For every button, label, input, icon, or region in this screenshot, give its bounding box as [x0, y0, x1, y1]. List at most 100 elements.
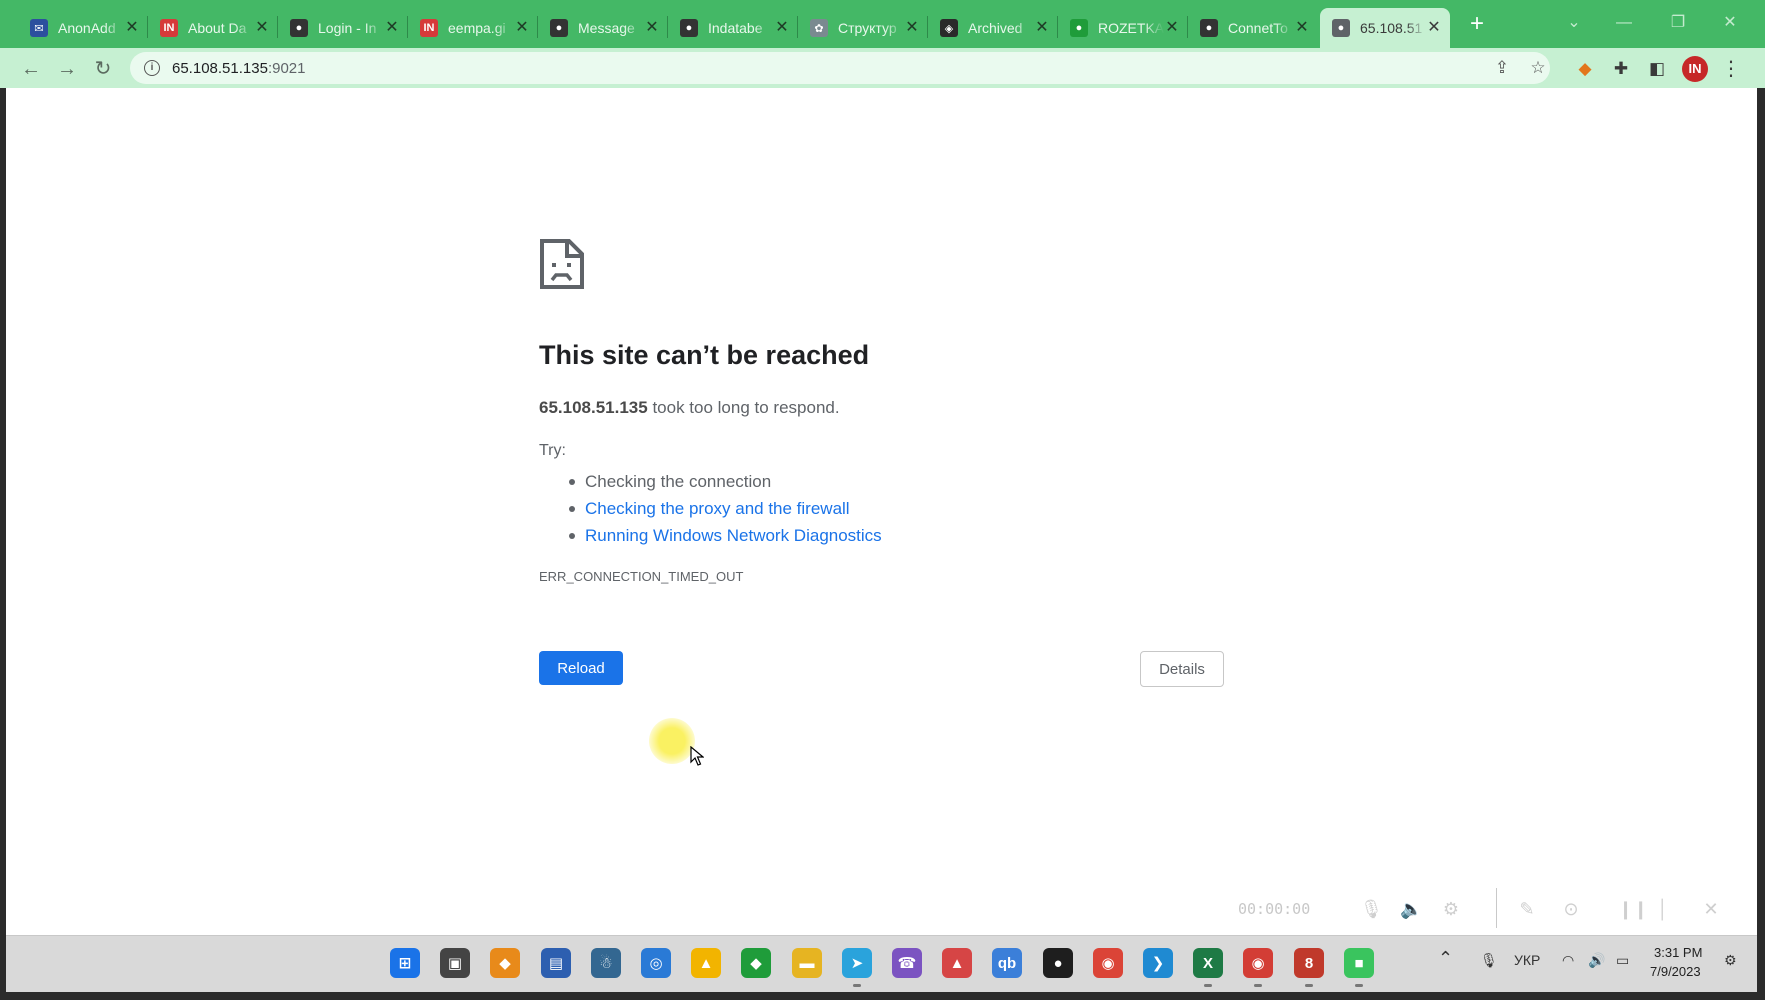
- share-icon[interactable]: ⇪: [1490, 56, 1514, 80]
- globe-icon: ●: [1200, 19, 1218, 37]
- file-explorer-icon[interactable]: ▬: [792, 948, 822, 978]
- tab[interactable]: IN eempa.gi ✕: [408, 8, 538, 48]
- tab[interactable]: IN About Da ✕: [148, 8, 278, 48]
- recorder-divider: [1496, 888, 1497, 928]
- site-info-icon[interactable]: i: [144, 60, 160, 76]
- tab-search-icon[interactable]: ⌄: [1554, 8, 1594, 38]
- chrome-icon[interactable]: ◉: [1093, 948, 1123, 978]
- try-label: Try:: [539, 442, 566, 459]
- rozetka-icon: ●: [1070, 19, 1088, 37]
- settings-gear-icon[interactable]: ⚙: [1440, 898, 1462, 920]
- tab-title: Структур: [838, 20, 897, 36]
- new-tab-button[interactable]: +: [1464, 12, 1490, 38]
- tab-close-icon[interactable]: ✕: [514, 20, 530, 36]
- profile-avatar-icon[interactable]: IN: [1682, 56, 1708, 82]
- back-icon[interactable]: ←: [18, 56, 44, 82]
- app-blue-icon[interactable]: ◎: [641, 948, 671, 978]
- side-panel-icon[interactable]: ◧: [1644, 56, 1670, 82]
- microphone-tray-icon[interactable]: 🎙: [1480, 952, 1498, 969]
- language-indicator[interactable]: УКР: [1514, 952, 1540, 968]
- microphone-icon[interactable]: 🎙: [1360, 898, 1383, 920]
- tab[interactable]: ◈ Archived ✕: [928, 8, 1058, 48]
- error-title: This site can’t be reached: [539, 340, 870, 370]
- tab-close-icon[interactable]: ✕: [644, 20, 660, 36]
- chrome-profile-icon[interactable]: ◉: [1243, 948, 1273, 987]
- suggestion-list: Checking the connection Checking the pro…: [569, 468, 882, 549]
- pen-icon[interactable]: ✎: [1516, 898, 1538, 920]
- openai-icon: ✿: [810, 19, 828, 37]
- tab[interactable]: ● 65.108.51 ✕: [1320, 8, 1450, 48]
- tab[interactable]: ✿ Структур ✕: [798, 8, 928, 48]
- speaker-icon[interactable]: 🔈: [1400, 898, 1422, 920]
- notifications-icon[interactable]: ⚙: [1724, 952, 1737, 969]
- metamask-icon[interactable]: ◆: [1572, 56, 1598, 82]
- camera-icon[interactable]: ⊙: [1560, 898, 1582, 920]
- tab-close-icon[interactable]: ✕: [124, 20, 140, 36]
- viber-icon[interactable]: ☎: [892, 948, 922, 978]
- tab-close-icon[interactable]: ✕: [1294, 20, 1310, 36]
- recording-timer: 00:00:00: [1238, 900, 1311, 918]
- vscode-icon[interactable]: ❯: [1143, 948, 1173, 978]
- tab-close-icon[interactable]: ✕: [1164, 20, 1180, 36]
- extensions-icon[interactable]: ✚: [1608, 56, 1634, 82]
- qbittorrent-icon[interactable]: qb: [992, 948, 1022, 978]
- tab-close-icon[interactable]: ✕: [1426, 20, 1442, 36]
- figma-icon[interactable]: ●: [1043, 948, 1073, 978]
- app-warning-icon[interactable]: ▲: [691, 948, 721, 978]
- clock-time[interactable]: 3:31 PM: [1654, 945, 1702, 960]
- close-window-icon[interactable]: ✕: [1710, 8, 1750, 38]
- tab[interactable]: ● Indatabe ✕: [668, 8, 798, 48]
- wifi-icon[interactable]: ◠: [1562, 952, 1574, 969]
- chrome-profile2-icon[interactable]: 8: [1294, 948, 1324, 987]
- reload-icon[interactable]: ↻: [90, 56, 116, 82]
- excel-icon[interactable]: X: [1193, 948, 1223, 987]
- menu-kebab-icon[interactable]: ⋮: [1718, 56, 1744, 82]
- start-icon[interactable]: ⊞: [390, 948, 420, 978]
- app-green2-icon[interactable]: ■: [1344, 948, 1374, 987]
- volume-icon[interactable]: 🔊: [1588, 952, 1605, 969]
- mouse-cursor-icon: [690, 746, 704, 766]
- tab-title: Message: [578, 20, 635, 36]
- tab-close-icon[interactable]: ✕: [384, 20, 400, 36]
- tab-close-icon[interactable]: ✕: [774, 20, 790, 36]
- address-bar[interactable]: i 65.108.51.135:9021 ⇪ ☆: [130, 52, 1550, 84]
- tab-title: eempa.gi: [448, 20, 506, 36]
- suggestion-network-diagnostics-link[interactable]: Running Windows Network Diagnostics: [569, 522, 882, 549]
- app-green-icon[interactable]: ◆: [741, 948, 771, 978]
- telegram-icon[interactable]: ➤: [842, 948, 872, 987]
- app-network-icon[interactable]: ▤: [541, 948, 571, 978]
- app-fox-icon[interactable]: ◆: [490, 948, 520, 978]
- globe-icon: ●: [1332, 19, 1350, 37]
- error-code: ERR_CONNECTION_TIMED_OUT: [539, 569, 744, 584]
- show-hidden-icons-icon[interactable]: ⌃: [1438, 948, 1453, 969]
- tab[interactable]: ✉ AnonAdd ✕: [18, 8, 148, 48]
- tab[interactable]: ● Login - In ✕: [278, 8, 408, 48]
- tab[interactable]: ● ConnetTo ✕: [1188, 8, 1318, 48]
- app-triangle-icon[interactable]: ▲: [942, 948, 972, 978]
- task-view-icon[interactable]: ▣: [440, 948, 470, 978]
- close-recorder-icon[interactable]: ✕: [1700, 898, 1722, 920]
- clock-date[interactable]: 7/9/2023: [1650, 964, 1701, 979]
- tab-close-icon[interactable]: ✕: [1034, 20, 1050, 36]
- stop-icon[interactable]: │: [1652, 898, 1674, 920]
- tab[interactable]: ● Message ✕: [538, 8, 668, 48]
- details-button[interactable]: Details: [1140, 651, 1224, 687]
- bookmark-star-icon[interactable]: ☆: [1526, 56, 1550, 80]
- suggestion-proxy-firewall-link[interactable]: Checking the proxy and the firewall: [569, 495, 882, 522]
- postgres-icon[interactable]: ☃: [591, 948, 621, 978]
- tab-close-icon[interactable]: ✕: [904, 20, 920, 36]
- tab-close-icon[interactable]: ✕: [254, 20, 270, 36]
- pause-icon[interactable]: ❙❙: [1618, 898, 1648, 920]
- error-message: took too long to respond.: [647, 398, 840, 417]
- battery-icon[interactable]: ▭: [1616, 952, 1629, 969]
- reload-button[interactable]: Reload: [539, 651, 623, 685]
- suggestion-check-connection: Checking the connection: [569, 468, 882, 495]
- tab-title: Indatabe: [708, 20, 763, 36]
- tab[interactable]: ● ROZETKA ✕: [1058, 8, 1188, 48]
- cursor-highlight: [649, 718, 695, 764]
- tab-strip: ✉ AnonAdd ✕ IN About Da ✕ ● Login - In ✕ IN eempa.…: [0, 0, 1765, 48]
- error-description: 65.108.51.135 took too long to respond.: [539, 398, 840, 418]
- restore-icon[interactable]: ❐: [1658, 8, 1698, 38]
- minimize-icon[interactable]: —: [1604, 8, 1644, 38]
- forward-icon[interactable]: →: [54, 56, 80, 82]
